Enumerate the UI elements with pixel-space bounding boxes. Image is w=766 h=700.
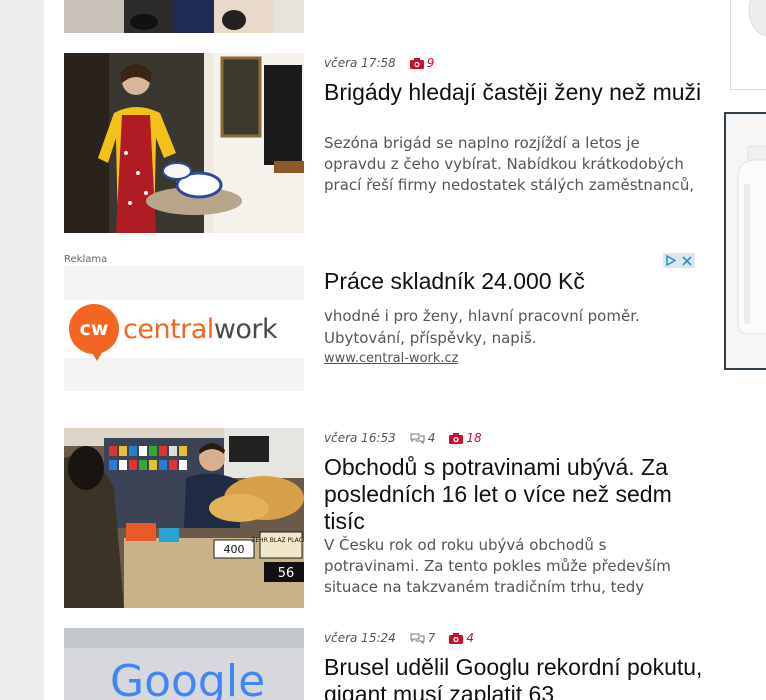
ad-logo[interactable]: cw central work [64,266,304,391]
article-1-headline[interactable]: Brigády hledají častěji ženy než muži [324,79,704,106]
right-column [724,0,766,700]
microphones-photo [64,0,304,33]
article-3-photos[interactable]: 4 [449,631,474,645]
ad-logo-band: cw central work [64,300,304,361]
ad-headline[interactable]: Práce skladník 24.000 Kč [324,268,585,295]
article-2-image[interactable]: 400 ŽEHR BLAZ PLACKA 56 [64,428,304,608]
grocery-shop-photo: 400 ŽEHR BLAZ PLACKA 56 [64,428,304,608]
left-gutter [0,0,44,700]
article-2-comment-count: 4 [427,431,436,445]
logo-word-central: central [123,313,214,345]
article-2-meta: včera 16:53 4 18 [324,431,482,445]
price-tag-c: ŽEHR BLAZ PLACKA [251,536,304,544]
price-tag-a: 400 [224,543,245,556]
camera-icon [409,57,424,69]
google-logo-text: Google [110,656,265,700]
camera-icon [449,632,464,644]
logo-word-work: work [213,313,278,345]
adchoices-play-icon [666,255,676,266]
article-1-image[interactable] [64,53,304,233]
cw-badge-text: cw [79,318,109,340]
article-1-meta: včera 17:58 9 [324,56,434,70]
article-2-photos[interactable]: 18 [449,431,482,445]
article-3-comments[interactable]: 7 [410,631,436,645]
right-ad-box[interactable] [724,112,766,370]
article-3-headline[interactable]: Brusel udělil Googlu rekordní pokutu, gi… [324,654,704,700]
ad-text: vhodné i pro ženy, hlavní pracovní poměr… [324,307,640,347]
ad-label: Reklama [64,254,108,265]
comments-icon [410,433,425,444]
article-2-time: včera 16:53 [324,431,396,445]
article-2-perex: V Česku rok od roku ubývá obchodů s potr… [324,536,671,596]
top-article-image[interactable] [64,0,304,33]
article-3-time: včera 15:24 [324,631,396,645]
article-1-photos[interactable]: 9 [409,56,435,70]
ad-url[interactable]: www.central-work.cz [324,351,459,366]
article-3-comment-count: 7 [427,631,436,645]
product-bottle-top [748,0,766,37]
article-1-time: včera 17:58 [324,56,396,70]
ad-close-icon[interactable] [682,255,692,266]
article-2-comments[interactable]: 4 [410,431,436,445]
comments-icon [410,633,425,644]
price-tag-b: 56 [278,566,295,581]
article-2-headline[interactable]: Obchodů s potravinami ubývá. Za poslední… [324,454,704,535]
cw-badge-tail [91,351,103,361]
article-1-perex: Sezóna brigád se naplno rozjíždí a letos… [324,134,695,194]
cw-badge: cw [69,304,119,361]
google-logo-photo: Google [64,628,304,700]
product-canister [726,114,766,368]
waitress-photo [64,53,304,233]
adchoices-badge[interactable] [663,253,695,268]
right-top-box[interactable] [730,0,766,90]
article-3-image[interactable]: Google [64,628,304,700]
camera-icon [449,432,464,444]
article-1-photo-count: 9 [426,56,435,70]
article-2-photo-count: 18 [466,431,482,445]
article-3-meta: včera 15:24 7 4 [324,631,474,645]
article-3-photo-count: 4 [466,631,475,645]
